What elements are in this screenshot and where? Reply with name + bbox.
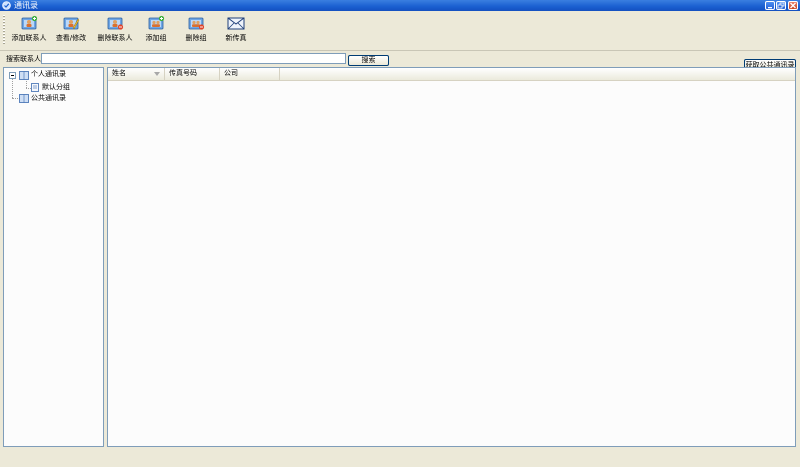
address-book-icon [19, 71, 29, 80]
search-label: 搜索联系人 [6, 55, 41, 63]
toolbar: 添加联系人 查看/修改 删除联系人 添加组 删除组 新传真 [0, 11, 800, 51]
minimize-button[interactable] [765, 1, 775, 10]
add-group-button[interactable]: 添加组 [142, 13, 170, 47]
window-title: 通讯录 [14, 1, 38, 10]
minimize-icon [768, 7, 772, 9]
app-icon [2, 1, 11, 10]
address-book-icon [19, 94, 29, 103]
edit-contact-button[interactable]: 查看/修改 [53, 13, 89, 47]
search-input[interactable] [41, 53, 346, 64]
delete-group-icon [188, 17, 205, 30]
list-header: 姓名 传真号码 公司 [108, 68, 795, 81]
tree-connector [12, 79, 13, 98]
edit-contact-label: 查看/修改 [55, 34, 87, 42]
column-header-company[interactable]: 公司 [220, 68, 280, 80]
restore-icon [777, 2, 785, 9]
column-label: 公司 [224, 69, 238, 77]
close-button[interactable] [788, 1, 798, 10]
group-icon [31, 83, 39, 92]
column-header-name[interactable]: 姓名 [108, 68, 165, 80]
contact-list[interactable]: 姓名 传真号码 公司 [107, 67, 796, 447]
new-fax-button[interactable]: 新传真 [222, 13, 250, 47]
tree-connector [26, 81, 27, 88]
tree-collapse-toggle[interactable] [9, 72, 16, 79]
column-label: 传真号码 [169, 69, 197, 77]
tree-node-default-group[interactable]: 默认分组 [42, 83, 70, 92]
delete-contact-icon [107, 17, 124, 30]
tree-node-public[interactable]: 公共通讯录 [31, 94, 66, 103]
delete-contact-button[interactable]: 删除联系人 [95, 13, 135, 47]
delete-group-label: 删除组 [185, 34, 207, 42]
delete-group-button[interactable]: 删除组 [182, 13, 210, 47]
close-icon [790, 2, 796, 9]
sort-descending-icon [154, 72, 160, 76]
column-label: 姓名 [112, 69, 126, 77]
window-bottom-border [0, 450, 800, 467]
add-contact-label: 添加联系人 [11, 34, 47, 42]
search-button[interactable]: 搜索 [348, 55, 389, 66]
new-fax-label: 新传真 [225, 34, 247, 42]
new-fax-icon [227, 17, 245, 30]
restore-button[interactable] [776, 1, 786, 10]
title-bar: 通讯录 [0, 0, 800, 11]
tree-node-personal[interactable]: 个人通讯录 [31, 70, 66, 79]
column-header-fax-number[interactable]: 传真号码 [165, 68, 220, 80]
toolbar-grip[interactable] [3, 15, 5, 45]
add-contact-button[interactable]: 添加联系人 [10, 13, 48, 47]
add-group-icon [148, 15, 165, 30]
add-group-label: 添加组 [145, 34, 167, 42]
edit-contact-icon [63, 17, 80, 30]
delete-contact-label: 删除联系人 [97, 34, 133, 42]
add-contact-icon [21, 15, 38, 30]
contact-tree[interactable]: 个人通讯录 默认分组 公共通讯录 [3, 67, 104, 447]
